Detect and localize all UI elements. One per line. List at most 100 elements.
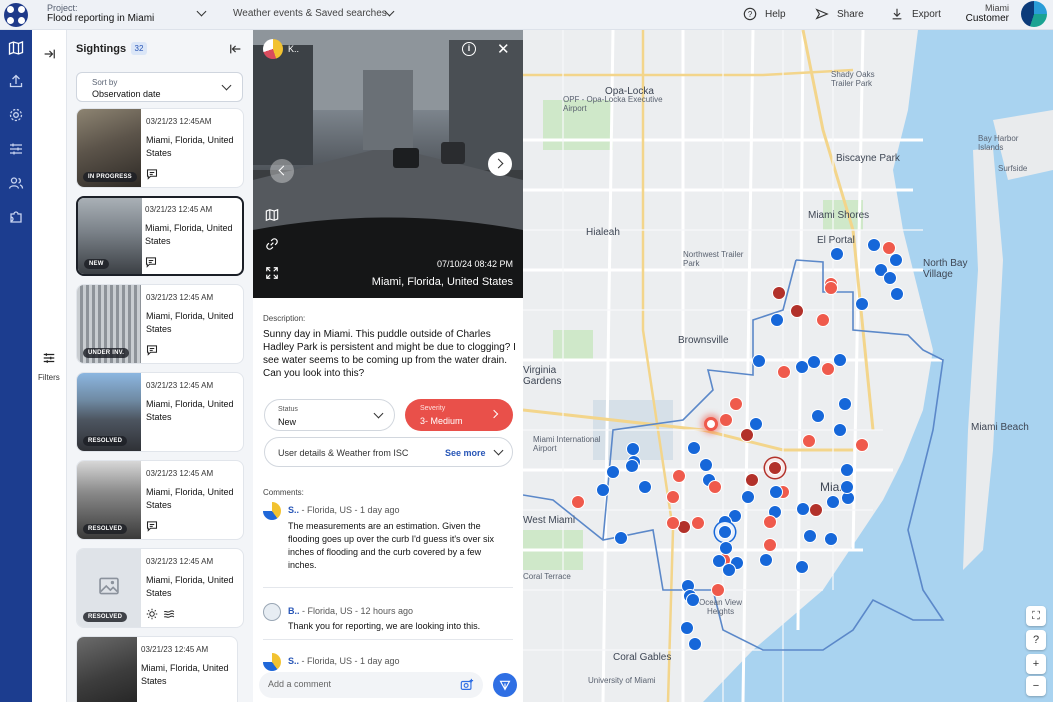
sighting-marker[interactable]: [741, 490, 755, 504]
fullscreen-icon[interactable]: [265, 266, 279, 280]
share-button[interactable]: Share: [815, 7, 864, 21]
sighting-marker[interactable]: [752, 354, 766, 368]
filters-label[interactable]: Filters: [38, 373, 60, 382]
zoom-out-button[interactable]: −: [1026, 676, 1046, 696]
weather-events-link[interactable]: Weather events & Saved searches: [233, 8, 387, 19]
chevron-down-icon[interactable]: [493, 445, 504, 456]
previous-photo-button[interactable]: [270, 159, 294, 183]
sighting-marker[interactable]: [626, 442, 640, 456]
sighting-marker[interactable]: [729, 397, 743, 411]
map-view[interactable]: Opa-Locka OPF - Opa-Locka Executive Airp…: [523, 30, 1053, 702]
app-logo[interactable]: [4, 3, 28, 27]
sighting-marker[interactable]: [745, 473, 759, 487]
sighting-marker[interactable]: [830, 247, 844, 261]
chevron-down-icon[interactable]: [196, 6, 207, 17]
sighting-marker[interactable]: [711, 583, 725, 597]
sighting-marker[interactable]: [811, 409, 825, 423]
sighting-card[interactable]: RESOLVED 03/21/23 12:45 AM Miami, Florid…: [76, 460, 244, 540]
map-icon[interactable]: [8, 40, 24, 56]
add-photo-icon[interactable]: [460, 678, 474, 692]
see-more-link[interactable]: See more: [445, 448, 486, 458]
upload-icon[interactable]: [8, 73, 24, 89]
zoom-in-button[interactable]: +: [1026, 654, 1046, 674]
sighting-marker[interactable]: [803, 529, 817, 543]
sighting-marker[interactable]: [666, 516, 680, 530]
severity-button[interactable]: Severity 3- Medium: [405, 399, 513, 431]
sighting-marker[interactable]: [833, 353, 847, 367]
sighting-marker[interactable]: [840, 480, 854, 494]
sighting-marker[interactable]: [759, 553, 773, 567]
status-dropdown[interactable]: Status New: [264, 399, 395, 431]
comment-input[interactable]: [268, 679, 448, 689]
filters-icon[interactable]: [42, 351, 56, 365]
commenter-name[interactable]: S..: [288, 656, 299, 666]
sighting-marker[interactable]: [807, 355, 821, 369]
sighting-marker[interactable]: [821, 362, 835, 376]
sighting-card[interactable]: IN PROGRESS 03/21/23 12:45AM Miami, Flor…: [76, 108, 244, 188]
sighting-marker[interactable]: [816, 313, 830, 327]
sighting-marker[interactable]: [824, 281, 838, 295]
sighting-marker[interactable]: [708, 480, 722, 494]
sighting-marker[interactable]: [625, 459, 639, 473]
map-icon[interactable]: [265, 208, 279, 222]
project-selector[interactable]: Flood reporting in Miami: [47, 13, 154, 24]
sighting-marker[interactable]: [718, 525, 732, 539]
sighting-marker[interactable]: [833, 423, 847, 437]
sighting-marker[interactable]: [596, 483, 610, 497]
commenter-name[interactable]: S..: [288, 505, 299, 515]
sighting-marker[interactable]: [867, 238, 881, 252]
sighting-card-selected[interactable]: NEW 03/21/23 12:45 AM Miami, Florida, Un…: [76, 196, 244, 276]
fullscreen-map-button[interactable]: ⛶: [1026, 606, 1046, 626]
sighting-marker[interactable]: [770, 313, 784, 327]
sighting-marker[interactable]: [777, 365, 791, 379]
sighting-marker[interactable]: [824, 532, 838, 546]
user-details-row[interactable]: User details & Weather from ISC See more: [264, 437, 513, 467]
user-avatar[interactable]: [1021, 1, 1047, 27]
sighting-marker[interactable]: [763, 515, 777, 529]
sort-dropdown[interactable]: Sort by Observation date: [76, 72, 243, 102]
sighting-marker[interactable]: [889, 253, 903, 267]
sighting-marker[interactable]: [672, 469, 686, 483]
sighting-marker[interactable]: [699, 458, 713, 472]
sighting-marker[interactable]: [802, 434, 816, 448]
sighting-marker[interactable]: [855, 438, 869, 452]
sighting-marker[interactable]: [614, 531, 628, 545]
settings-icon[interactable]: [8, 107, 24, 123]
users-icon[interactable]: [8, 175, 24, 191]
sighting-card[interactable]: RESOLVED 03/21/23 12:45 AM Miami, Florid…: [76, 548, 244, 628]
sighting-marker[interactable]: [740, 428, 754, 442]
sighting-marker[interactable]: [763, 538, 777, 552]
collapse-panel-icon[interactable]: [229, 42, 243, 56]
sighting-marker[interactable]: [795, 360, 809, 374]
sighting-marker[interactable]: [719, 541, 733, 555]
sighting-marker[interactable]: [691, 516, 705, 530]
sighting-marker[interactable]: [790, 304, 804, 318]
sighting-marker[interactable]: [772, 286, 786, 300]
sighting-marker[interactable]: [722, 563, 736, 577]
sighting-marker[interactable]: [796, 502, 810, 516]
sighting-marker[interactable]: [883, 271, 897, 285]
info-icon[interactable]: i: [462, 42, 476, 56]
sighting-marker[interactable]: [688, 637, 702, 651]
sighting-marker[interactable]: [719, 413, 733, 427]
sighting-marker[interactable]: [840, 463, 854, 477]
sighting-marker[interactable]: [795, 560, 809, 574]
list-icon[interactable]: [8, 141, 24, 157]
sighting-marker[interactable]: [687, 441, 701, 455]
map-help-button[interactable]: ?: [1026, 630, 1046, 650]
sighting-marker[interactable]: [769, 485, 783, 499]
sighting-marker[interactable]: [826, 495, 840, 509]
link-icon[interactable]: [265, 237, 279, 251]
sighting-marker[interactable]: [890, 287, 904, 301]
sighting-marker[interactable]: [638, 480, 652, 494]
sighting-marker[interactable]: [768, 461, 782, 475]
sighting-marker[interactable]: [686, 593, 700, 607]
sighting-marker[interactable]: [838, 397, 852, 411]
sighting-marker[interactable]: [809, 503, 823, 517]
sighting-marker[interactable]: [666, 490, 680, 504]
selected-sighting-marker[interactable]: [704, 417, 718, 431]
export-button[interactable]: Export: [890, 7, 941, 21]
sighting-marker[interactable]: [606, 465, 620, 479]
sighting-marker[interactable]: [855, 297, 869, 311]
sighting-marker[interactable]: [571, 495, 585, 509]
